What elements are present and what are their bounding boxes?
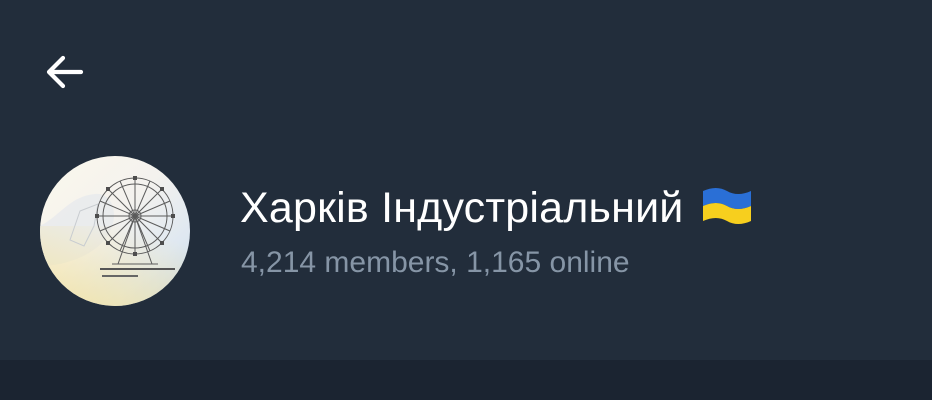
chat-title[interactable]: Харків Індустріальний <box>240 184 754 233</box>
ukraine-flag-icon <box>700 186 754 231</box>
chat-header: Харків Індустріальний 4,214 members, 1,1… <box>0 0 932 360</box>
arrow-left-icon <box>46 55 84 89</box>
members-status: 4,214 members, 1,165 online <box>241 246 630 279</box>
chat-title-text: Харків Індустріальний <box>240 184 684 232</box>
back-button[interactable] <box>30 42 100 102</box>
avatar[interactable] <box>40 156 190 306</box>
chat-body-strip <box>0 360 932 400</box>
ferris-wheel-logo <box>40 156 190 306</box>
